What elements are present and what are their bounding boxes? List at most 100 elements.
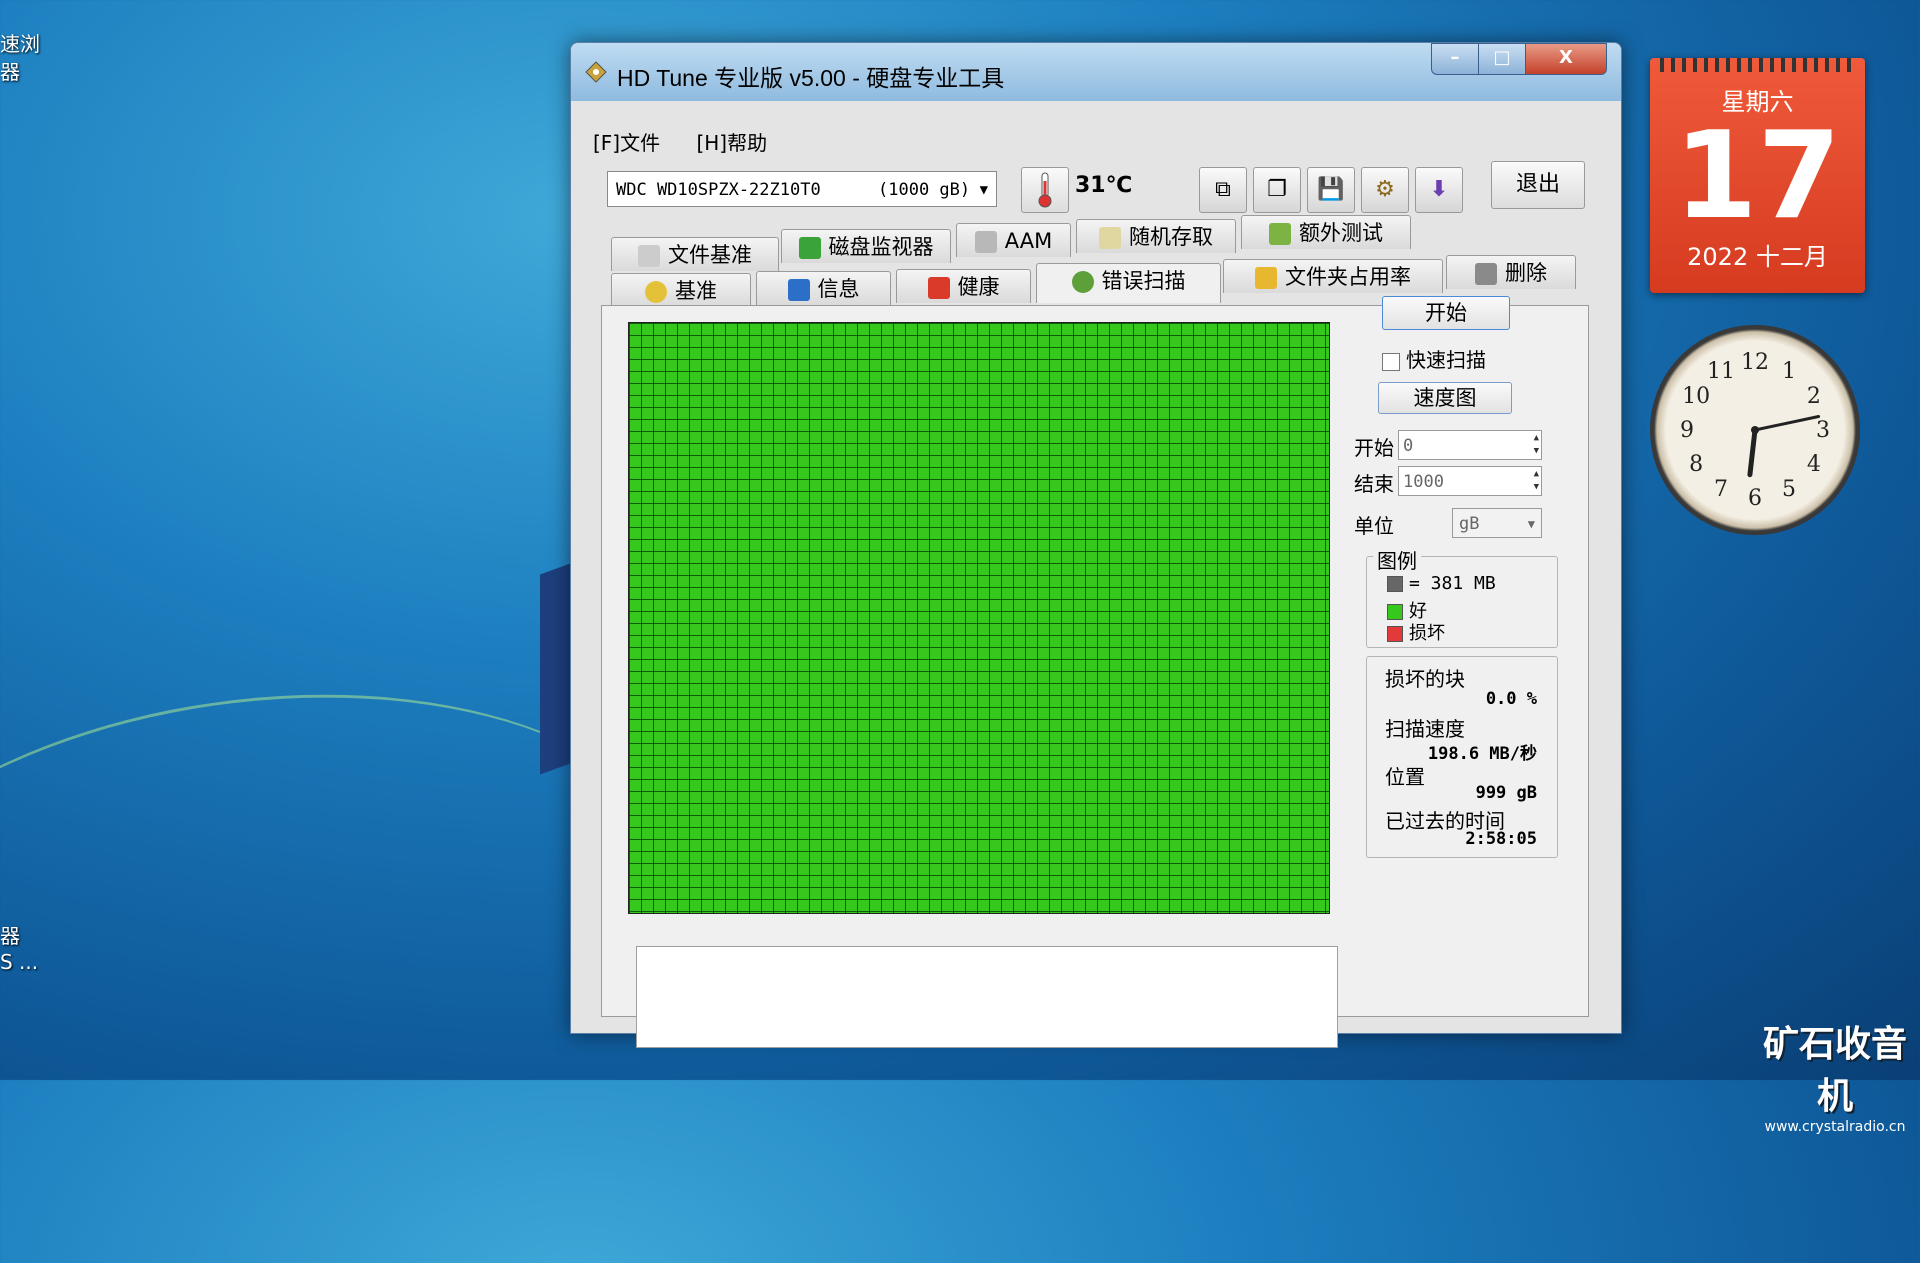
elapsed-value: 2:58:05 bbox=[1465, 829, 1537, 849]
tab-erase[interactable]: 删除 bbox=[1446, 255, 1576, 289]
trash-icon bbox=[1475, 263, 1497, 285]
quick-scan-checkbox[interactable]: 快速扫描 bbox=[1382, 344, 1486, 373]
watermark-title: 矿石收音机 bbox=[1762, 1024, 1907, 1117]
save-icon[interactable]: 💾 bbox=[1307, 167, 1355, 213]
minimize-button[interactable]: – bbox=[1431, 43, 1479, 75]
temperature-button[interactable] bbox=[1021, 167, 1069, 213]
clock-numeral: 1 bbox=[1782, 359, 1796, 384]
exit-button[interactable]: 退出 bbox=[1491, 161, 1585, 209]
clock-numeral: 3 bbox=[1816, 418, 1830, 443]
tab-random-access[interactable]: 随机存取 bbox=[1076, 219, 1236, 253]
start-button[interactable]: 开始 bbox=[1382, 296, 1510, 330]
legend-title: 图例 bbox=[1373, 545, 1421, 574]
clock-center bbox=[1751, 426, 1759, 434]
temperature-value: 31℃ bbox=[1075, 173, 1133, 198]
clock-numeral: 9 bbox=[1680, 418, 1694, 443]
clock-numeral: 2 bbox=[1807, 384, 1821, 409]
hdtune-window: HD Tune 专业版 v5.00 - 硬盘专业工具 – □ X [F]文件 [… bbox=[570, 42, 1622, 1048]
maximize-button[interactable]: □ bbox=[1478, 43, 1526, 75]
clock-numeral: 7 bbox=[1714, 477, 1728, 502]
spinner-arrows-icon[interactable]: ▲ ▼ bbox=[1534, 468, 1539, 494]
calendar-gadget[interactable]: 星期六 17 2022 十二月 bbox=[1650, 58, 1865, 293]
clock-gadget[interactable]: 12 12 3 45678 9 1011 bbox=[1650, 325, 1860, 535]
drive-select[interactable]: WDC WD10SPZX-22Z10T0 (1000 gB) ▼ bbox=[607, 171, 997, 207]
start-input[interactable]: 0 ▲ ▼ bbox=[1398, 430, 1542, 460]
thermometer-icon bbox=[1038, 172, 1052, 208]
desktop-icon-label[interactable]: 器 bbox=[0, 56, 20, 85]
legend-group: 图例 = 381 MB 好 损坏 bbox=[1366, 545, 1558, 648]
hour-hand bbox=[1747, 427, 1758, 478]
title-bar[interactable]: HD Tune 专业版 v5.00 - 硬盘专业工具 – □ X bbox=[571, 43, 1621, 101]
clock-numeral: 4 bbox=[1807, 452, 1821, 477]
clock-numeral: 8 bbox=[1689, 452, 1703, 477]
spinner-arrows-icon[interactable]: ▲ ▼ bbox=[1534, 432, 1539, 458]
desktop-icon-label[interactable]: 器 bbox=[0, 920, 20, 949]
info-icon bbox=[787, 279, 810, 301]
tab-folder-usage[interactable]: 文件夹占用率 bbox=[1223, 259, 1443, 293]
plus-icon bbox=[927, 277, 950, 299]
clock-numeral: 10 bbox=[1682, 384, 1710, 409]
calendar-day: 17 bbox=[1674, 107, 1841, 246]
bulb-icon bbox=[645, 281, 667, 303]
desktop-icon-label[interactable]: S ... bbox=[0, 950, 38, 974]
unit-label: 单位 bbox=[1354, 514, 1394, 538]
tab-disk-monitor[interactable]: 磁盘监视器 bbox=[781, 229, 951, 263]
position-value: 999 gB bbox=[1475, 783, 1537, 803]
speed-map-button[interactable]: 速度图 bbox=[1378, 382, 1512, 414]
scan-speed-label: 扫描速度 bbox=[1385, 717, 1465, 741]
legend-damaged: 损坏 bbox=[1387, 619, 1445, 645]
tab-info[interactable]: 信息 bbox=[756, 271, 891, 305]
tab-benchmark[interactable]: 基准 bbox=[611, 273, 751, 307]
clock-numeral: 12 bbox=[1741, 350, 1769, 375]
menu-bar: [F]文件 [H]帮助 bbox=[593, 127, 797, 156]
clock-numeral: 11 bbox=[1707, 359, 1735, 384]
grid-icon bbox=[1099, 227, 1121, 249]
tab-health[interactable]: 健康 bbox=[896, 269, 1031, 303]
clock-numeral: 6 bbox=[1748, 486, 1762, 511]
stats-group: 损坏的块 0.0 % 扫描速度 198.6 MB/秒 位置 999 gB 已过去… bbox=[1366, 656, 1558, 858]
drive-size: (1000 gB) bbox=[878, 180, 971, 200]
good-swatch bbox=[1387, 604, 1403, 620]
end-input[interactable]: 1000 ▲ ▼ bbox=[1398, 466, 1542, 496]
checkbox-box bbox=[1382, 352, 1400, 371]
legend-block-size: = 381 MB bbox=[1387, 573, 1496, 594]
options-icon[interactable]: ⚙ bbox=[1361, 167, 1409, 213]
minute-hand bbox=[1753, 414, 1821, 432]
watermark: 矿石收音机 www.crystalradio.cn bbox=[1750, 1015, 1920, 1135]
end-label: 结束 bbox=[1354, 472, 1394, 496]
damaged-swatch bbox=[1387, 626, 1403, 642]
chevron-down-icon: ▼ bbox=[1527, 517, 1535, 531]
download-icon[interactable]: ⬇ bbox=[1415, 167, 1463, 213]
copy-icon[interactable]: ⧉ bbox=[1199, 167, 1247, 213]
tab-error-scan[interactable]: 错误扫描 bbox=[1036, 263, 1221, 303]
block-map bbox=[628, 322, 1330, 914]
folder-icon bbox=[1255, 267, 1277, 289]
error-scan-panel: 开始 快速扫描 速度图 开始 0 ▲ ▼ 结束 1000 ▲ ▼ 单位 gB ▼ 图例 =… bbox=[601, 296, 1589, 1048]
speaker-icon bbox=[974, 231, 997, 253]
close-button[interactable]: X bbox=[1525, 43, 1607, 75]
magnifier-icon bbox=[1071, 271, 1094, 293]
clock-numeral: 5 bbox=[1782, 477, 1796, 502]
toolbar: WDC WD10SPZX-22Z10T0 (1000 gB) ▼ 31℃ ⧉ ❐… bbox=[591, 161, 1591, 221]
tab-aam[interactable]: AAM bbox=[956, 223, 1071, 257]
chevron-down-icon: ▼ bbox=[979, 182, 988, 198]
watermark-url: www.crystalradio.cn bbox=[1764, 1119, 1906, 1135]
desktop-icon-label[interactable]: 速浏 bbox=[0, 28, 40, 57]
menu-file[interactable]: [F]文件 bbox=[593, 131, 660, 155]
drive-name: WDC WD10SPZX-22Z10T0 bbox=[616, 180, 821, 200]
scan-log[interactable] bbox=[636, 946, 1338, 1048]
start-label: 开始 bbox=[1354, 436, 1394, 460]
window-title: HD Tune 专业版 v5.00 - 硬盘专业工具 bbox=[617, 65, 1005, 91]
app-icon bbox=[585, 61, 607, 83]
unit-select[interactable]: gB ▼ bbox=[1452, 508, 1542, 538]
copy-all-icon[interactable]: ❐ bbox=[1253, 167, 1301, 213]
block-swatch bbox=[1387, 576, 1403, 592]
calendar-rings bbox=[1660, 58, 1855, 72]
damaged-blocks-label: 损坏的块 bbox=[1385, 667, 1465, 691]
file-icon bbox=[638, 245, 660, 267]
tab-file-benchmark[interactable]: 文件基准 bbox=[611, 237, 779, 271]
test-icon bbox=[1269, 223, 1291, 245]
menu-help[interactable]: [H]帮助 bbox=[696, 131, 767, 155]
tab-extra-tests[interactable]: 额外测试 bbox=[1241, 215, 1411, 249]
damaged-blocks-value: 0.0 % bbox=[1485, 689, 1537, 709]
